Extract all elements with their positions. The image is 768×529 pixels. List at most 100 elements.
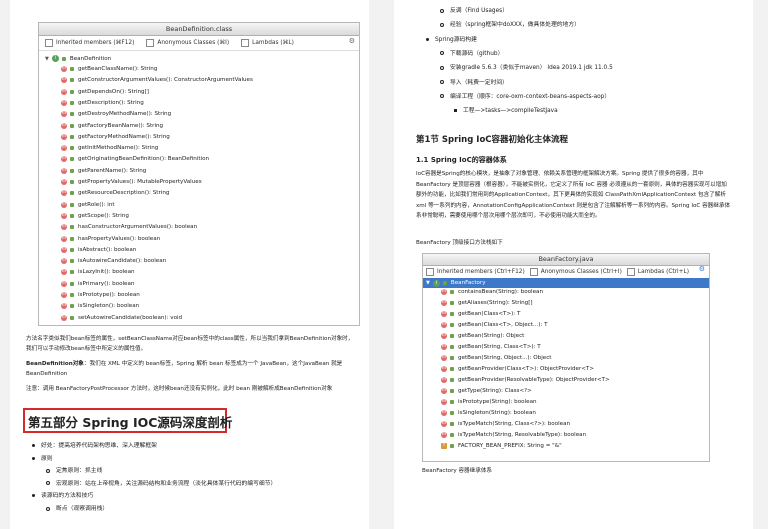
lambdas-option[interactable]: Lambdas (Ctrl+L) (626, 268, 689, 276)
method-item[interactable]: m getBeanProvider(Class<T>): ObjectProvid… (423, 366, 709, 372)
method-item[interactable]: m isSingleton(String): boolean (423, 410, 709, 416)
method-icon: m (441, 344, 447, 350)
bullet-icon (454, 109, 457, 113)
bullet-text: 读源码的方法和技巧 (41, 493, 94, 500)
paragraph-2: BeanDefinition对象：我们在 XML 中定义的 bean标签，Spr… (26, 361, 343, 377)
method-icon: m (441, 322, 447, 328)
method-label: getInitMethodName(): String (78, 145, 159, 152)
visibility-icon (70, 191, 74, 196)
method-item[interactable]: m getFactoryBeanName(): String (39, 122, 359, 129)
method-item[interactable]: m containsBean(String): boolean (423, 289, 709, 295)
method-label: getDestroyMethodName(): String (78, 111, 172, 118)
method-item[interactable]: m getAliases(String): String[] (423, 300, 709, 306)
method-icon: m (441, 421, 447, 427)
bullet-item: 工程—>tasks—>compileTestJava (454, 105, 558, 114)
method-item[interactable]: m isPrimary(): boolean (39, 280, 359, 287)
left-page: BeanDefinition.class Inherited members (… (10, 0, 369, 529)
inherited-members-option[interactable]: Inherited members (Ctrl+F12) (426, 268, 525, 276)
paragraph-3: 注意：调用 BeanFactoryPostProcessor 方法时，这时候be… (26, 386, 333, 392)
visibility-icon (450, 400, 454, 404)
tree-root[interactable]: ▼ I BeanDefinition (39, 55, 359, 62)
method-item[interactable]: m getInitMethodName(): String (39, 145, 359, 152)
caption-beanfactory-methods: BeanFactory 顶级接口方法栈如下 (416, 240, 503, 246)
method-item[interactable]: m getPropertyValues(): MutablePropertyVal… (39, 179, 359, 185)
method-item[interactable]: m getParentName(): String (39, 167, 359, 174)
method-label: isPrototype(): boolean (78, 292, 140, 298)
bullet-icon (426, 37, 429, 41)
inherited-members-option[interactable]: Inherited members (⌘F12) (45, 39, 134, 47)
tree-root-selected[interactable]: ▼ I BeanFactory (423, 278, 709, 288)
checkbox-icon[interactable] (529, 268, 538, 276)
visibility-icon (450, 367, 454, 371)
method-item[interactable]: m getDestroyMethodName(): String (39, 111, 359, 118)
method-item[interactable]: m hasConstructorArgumentValues(): boolean (39, 224, 359, 231)
method-label: isSingleton(String): boolean (458, 410, 536, 416)
method-item[interactable]: m getConstructorArgumentValues(): Constru… (39, 77, 359, 84)
checkbox-icon[interactable] (241, 39, 250, 47)
bullet-item: 导入（耗费一定时间） (440, 77, 508, 86)
visibility-icon (70, 247, 74, 252)
method-icon: m (441, 366, 447, 372)
method-icon: m (61, 111, 67, 118)
visibility-icon (450, 345, 454, 349)
method-item[interactable]: m getBean(String, Object...): Object (423, 355, 709, 361)
method-item[interactable]: m isPrototype(): boolean (39, 292, 359, 298)
method-icon: m (61, 292, 67, 298)
checkbox-icon[interactable] (146, 39, 155, 47)
visibility-icon (450, 323, 454, 327)
expand-arrow-icon[interactable]: ▼ (426, 280, 430, 286)
expand-arrow-icon[interactable]: ▼ (45, 56, 49, 62)
method-label: getType(String): Class<?> (458, 388, 532, 394)
method-label: getBean(Class<T>): T (458, 311, 521, 317)
method-item[interactable]: m getResourceDescription(): String (39, 190, 359, 197)
bullet-item: 反调（Find Usages） (440, 5, 508, 14)
method-icon: m (61, 212, 67, 219)
visibility-icon (70, 236, 74, 241)
anonymous-classes-option[interactable]: Anonymous Classes (⌘I) (146, 39, 229, 47)
gear-icon[interactable]: ⚙ (349, 37, 355, 45)
gear-icon[interactable]: ⚙ (699, 265, 705, 273)
method-item[interactable]: m setAutowireCandidate(boolean): void (39, 314, 359, 321)
beandefinition-structure-window: BeanDefinition.class Inherited members (… (38, 22, 360, 326)
method-label: setAutowireCandidate(boolean): void (78, 314, 183, 321)
method-label: getAliases(String): String[] (458, 300, 533, 306)
method-item[interactable]: m isAbstract(): boolean (39, 246, 359, 253)
method-item[interactable]: m getBean(Class<T>): T (423, 311, 709, 317)
bullet-text: 好处：提高培养代码架构思维、深入理解框架 (41, 443, 157, 449)
method-item[interactable]: m getBeanClassName(): String (39, 66, 359, 72)
method-item[interactable]: m getDescription(): String (39, 99, 359, 106)
part5-heading: 第五部分 Spring IOC源码深度剖析 (28, 415, 233, 430)
method-item[interactable]: m isPrototype(String): boolean (423, 399, 709, 405)
method-item[interactable]: m getBean(Class<T>, Object...): T (423, 322, 709, 328)
method-item[interactable]: m isTypeMatch(String, ResolvableType): bo… (423, 432, 709, 438)
checkbox-icon[interactable] (426, 268, 434, 276)
method-item[interactable]: m getScope(): String (39, 212, 359, 219)
checkbox-icon[interactable] (626, 268, 635, 276)
interface-icon: I (432, 279, 440, 287)
method-item[interactable]: m getBean(String): Object (423, 333, 709, 339)
checkbox-icon[interactable] (45, 39, 53, 47)
bullet-item: 下载源码（github） (440, 48, 503, 57)
window-title: BeanDefinition.class (39, 23, 359, 36)
bullet-icon (440, 51, 444, 56)
method-item[interactable]: m getRole(): int (39, 201, 359, 208)
method-item[interactable]: m isAutowireCandidate(): boolean (39, 258, 359, 265)
method-item[interactable]: m hasPropertyValues(): boolean (39, 235, 359, 242)
visibility-icon (70, 259, 74, 264)
method-item[interactable]: m isTypeMatch(String, Class<?>): boolean (423, 421, 709, 427)
method-icon: m (61, 133, 67, 140)
bullet-text: 工程—>tasks—>compileTestJava (463, 108, 558, 115)
method-item[interactable]: m getOriginatingBeanDefinition(): BeanDef… (39, 156, 359, 163)
method-item[interactable]: m getBeanProvider(ResolvableType): Object… (423, 377, 709, 383)
method-item[interactable]: m getType(String): Class<?> (423, 388, 709, 394)
lambdas-option[interactable]: Lambdas (⌘L) (241, 39, 294, 47)
visibility-icon (70, 168, 74, 173)
method-item[interactable]: m getDependsOn(): String[] (39, 88, 359, 95)
anonymous-classes-option[interactable]: Anonymous Classes (Ctrl+I) (529, 268, 622, 276)
method-item[interactable]: m getFactoryMethodName(): String (39, 133, 359, 140)
visibility-icon (70, 146, 74, 151)
method-item[interactable]: m getBean(String, Class<T>): T (423, 344, 709, 350)
method-item[interactable]: f FACTORY_BEAN_PREFIX: String = "&" (423, 443, 709, 449)
method-item[interactable]: m isSingleton(): boolean (39, 303, 359, 310)
method-item[interactable]: m isLazyInit(): boolean (39, 269, 359, 276)
